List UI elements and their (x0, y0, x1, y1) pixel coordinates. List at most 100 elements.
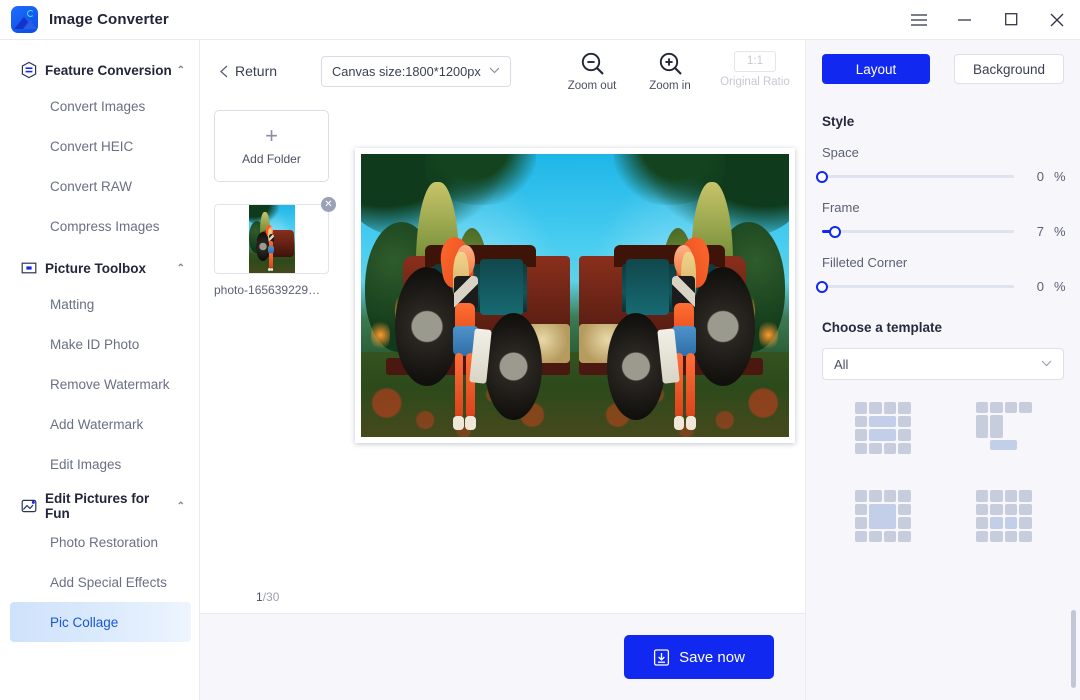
chevron-left-icon (220, 65, 228, 77)
original-ratio-value: 1:1 (734, 50, 776, 72)
slider-filleted-corner-label: Filleted Corner (822, 255, 908, 270)
app-title: Image Converter (49, 11, 169, 28)
sidebar-item-pic-collage[interactable]: Pic Collage (10, 602, 191, 642)
app-window: Image Converter Feature Conversion ⌃ Con… (0, 0, 1080, 700)
template-grid (822, 402, 1064, 542)
zoom-out-button[interactable]: Zoom out (563, 51, 621, 92)
right-panel: Layout Background Style Space 0 % Frame (805, 40, 1080, 700)
return-label: Return (235, 63, 278, 79)
return-button[interactable]: Return (210, 57, 287, 85)
editor-toolbar: Return Canvas size:1800*1200px Zoom out (200, 40, 805, 102)
page-counter-current: 1 (256, 589, 263, 604)
chevron-down-icon (1041, 358, 1052, 370)
slider-frame: Frame 7 % (822, 200, 1066, 239)
zoom-out-icon (581, 52, 604, 75)
canvas-size-select[interactable]: Canvas size:1800*1200px (321, 55, 511, 87)
thumbnail-preview[interactable] (214, 204, 329, 274)
plus-icon: + (265, 123, 278, 148)
footer-bar: Save now (200, 614, 805, 700)
sidebar-section-feature-conversion[interactable]: Feature Conversion ⌃ (0, 54, 199, 86)
chevron-up-icon: ⌃ (176, 500, 185, 512)
center-pane: Return Canvas size:1800*1200px Zoom out (200, 40, 805, 700)
sidebar-item-add-watermark[interactable]: Add Watermark (0, 404, 199, 444)
template-option-3[interactable] (854, 490, 911, 542)
template-option-2[interactable] (975, 402, 1032, 454)
sidebar-section-edit-pictures-for-fun[interactable]: Edit Pictures for Fun ⌃ (0, 490, 199, 522)
thumbnail-filename: photo-165639229… (214, 283, 321, 297)
slider-frame-track[interactable] (822, 225, 1014, 238)
collage-cell-right[interactable] (574, 154, 789, 437)
remove-icon[interactable]: ✕ (321, 197, 336, 212)
save-now-button[interactable]: Save now (624, 635, 774, 679)
sidebar-section-picture-toolbox[interactable]: Picture Toolbox ⌃ (0, 252, 199, 284)
original-ratio-button[interactable]: 1:1 Original Ratio (719, 50, 791, 88)
hamburger-menu-icon[interactable] (896, 0, 942, 40)
sidebar-item-compress-images[interactable]: Compress Images (0, 206, 199, 246)
thumbnail-strip: + Add Folder ✕ photo-165639229… (200, 102, 344, 580)
template-filter-select[interactable]: All (822, 348, 1064, 380)
canvas-size-value: Canvas size:1800*1200px (332, 63, 481, 79)
conversion-icon (20, 61, 38, 79)
slider-frame-value: 7 (1036, 224, 1044, 239)
sidebar-item-edit-images[interactable]: Edit Images (0, 444, 199, 484)
slider-filleted-corner-value: 0 (1036, 279, 1044, 294)
chevron-up-icon: ⌃ (176, 64, 185, 76)
sidebar-item-convert-raw[interactable]: Convert RAW (0, 166, 199, 206)
zoom-in-label: Zoom in (649, 79, 691, 92)
close-icon[interactable] (1034, 0, 1080, 40)
thumbnail-item: ✕ photo-165639229… (214, 197, 336, 297)
fun-edit-icon (20, 497, 38, 515)
page-counter: 1/30 (256, 590, 279, 604)
template-filter-value: All (834, 356, 849, 372)
original-ratio-label: Original Ratio (720, 75, 790, 88)
body: Feature Conversion ⌃ Convert Images Conv… (0, 40, 1080, 700)
zoom-in-button[interactable]: Zoom in (641, 51, 699, 92)
toolbox-icon (20, 259, 38, 277)
slider-frame-label: Frame (822, 200, 860, 215)
slider-space-value: 0 (1036, 169, 1044, 184)
slider-space-knob[interactable] (816, 170, 828, 183)
title-bar: Image Converter (0, 0, 1080, 40)
panel-scrollbar[interactable] (1071, 610, 1076, 688)
collage-canvas[interactable] (354, 148, 795, 443)
sidebar-item-make-id-photo[interactable]: Make ID Photo (0, 324, 199, 364)
template-option-4[interactable] (975, 490, 1032, 542)
slider-space: Space 0 % (816, 145, 1066, 184)
tab-background[interactable]: Background (954, 54, 1064, 84)
chevron-down-icon (489, 65, 500, 77)
panel-tabs: Layout Background (822, 54, 1064, 84)
sidebar-item-convert-images[interactable]: Convert Images (0, 86, 199, 126)
template-option-1[interactable] (854, 402, 911, 454)
slider-filleted-corner-unit: % (1054, 279, 1066, 294)
tab-layout[interactable]: Layout (822, 54, 930, 84)
sidebar-item-matting[interactable]: Matting (0, 284, 199, 324)
sidebar-item-photo-restoration[interactable]: Photo Restoration (0, 522, 199, 562)
style-section-title: Style (822, 114, 855, 129)
slider-filleted-corner-track[interactable] (816, 280, 1014, 293)
sidebar-item-remove-watermark[interactable]: Remove Watermark (0, 364, 199, 404)
slider-filleted-corner-knob[interactable] (816, 280, 828, 293)
slider-frame-knob[interactable] (829, 225, 842, 238)
add-folder-button[interactable]: + Add Folder (214, 110, 329, 182)
image-converter-logo (11, 6, 38, 33)
download-icon (654, 648, 670, 666)
collage-grid (360, 154, 789, 437)
slider-space-label: Space (822, 145, 859, 160)
maximize-icon[interactable] (988, 0, 1034, 40)
page-counter-total: /30 (262, 589, 280, 604)
sidebar-item-convert-heic[interactable]: Convert HEIC (0, 126, 199, 166)
slider-space-track[interactable] (816, 170, 1014, 183)
template-section-title: Choose a template (822, 320, 943, 335)
page-counter-bar: 1/30 (200, 580, 805, 614)
minimize-icon[interactable] (942, 0, 988, 40)
sidebar-section-label: Edit Pictures for Fun (45, 491, 150, 521)
sidebar-item-add-special-effects[interactable]: Add Special Effects (0, 562, 199, 602)
window-controls (896, 0, 1080, 39)
sidebar-section-label: Picture Toolbox (45, 260, 147, 276)
chevron-up-icon: ⌃ (176, 262, 185, 274)
zoom-in-icon (659, 52, 682, 75)
sidebar: Feature Conversion ⌃ Convert Images Conv… (0, 40, 200, 700)
add-folder-label: Add Folder (242, 152, 301, 166)
collage-cell-left[interactable] (360, 154, 575, 437)
sidebar-section-label: Feature Conversion (45, 62, 172, 78)
